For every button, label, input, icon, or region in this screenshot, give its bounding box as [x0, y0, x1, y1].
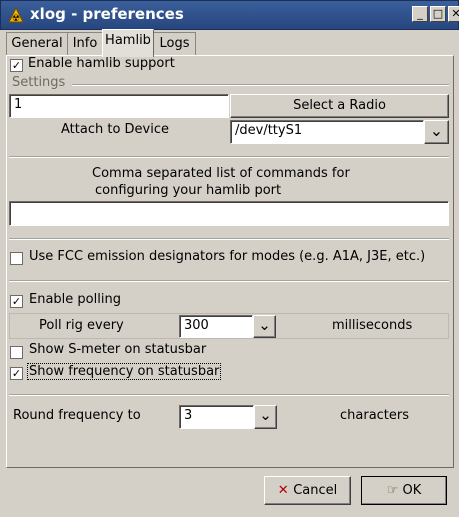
- show-frequency-label: Show frequency on statusbar: [27, 363, 222, 380]
- enable-hamlib-label: Enable hamlib support: [28, 56, 175, 71]
- device-divider: [9, 156, 449, 158]
- settings-divider: [72, 84, 449, 86]
- select-radio-button[interactable]: Select a Radio: [230, 94, 449, 118]
- round-frequency-input[interactable]: 3: [179, 405, 254, 429]
- svg-text:☢: ☢: [12, 14, 20, 23]
- device-dropdown-button[interactable]: ⌄: [424, 120, 449, 144]
- fcc-divider: [9, 280, 449, 282]
- show-smeter-label: Show S-meter on statusbar: [29, 342, 207, 357]
- radio-input[interactable]: 1: [9, 94, 229, 118]
- tab-logs[interactable]: Logs: [153, 32, 196, 56]
- tab-info[interactable]: Info: [67, 32, 103, 56]
- attach-device-label: Attach to Device: [61, 122, 169, 137]
- window-title: xlog - preferences: [30, 5, 184, 23]
- commands-input[interactable]: [9, 201, 449, 226]
- enable-polling-checkbox[interactable]: ✓: [10, 295, 23, 308]
- enable-hamlib-checkbox[interactable]: ✓: [10, 59, 23, 72]
- ok-button[interactable]: ☞ OK: [361, 476, 447, 505]
- show-frequency-checkbox[interactable]: ✓: [10, 367, 23, 380]
- characters-label: characters: [340, 408, 410, 423]
- frequency-divider: [9, 394, 449, 396]
- round-frequency-label: Round frequency to: [13, 408, 141, 423]
- cancel-label: Cancel: [293, 483, 338, 498]
- cancel-button[interactable]: ✕ Cancel: [264, 476, 351, 505]
- fcc-label: Use FCC emission designators for modes (…: [29, 249, 426, 264]
- tab-general[interactable]: General: [6, 32, 68, 56]
- pointing-hand-icon: ☞: [386, 483, 403, 498]
- poll-rig-label: Poll rig every: [39, 318, 124, 333]
- poll-rate-input[interactable]: 300: [179, 315, 253, 338]
- milliseconds-label: milliseconds: [332, 318, 413, 333]
- round-frequency-dropdown-button[interactable]: ⌄: [254, 405, 277, 429]
- enable-polling-label: Enable polling: [29, 292, 121, 307]
- app-icon: ☢: [8, 6, 24, 24]
- device-input[interactable]: /dev/ttyS1: [230, 120, 424, 144]
- commands-help-line1: Comma separated list of commands for: [92, 166, 350, 181]
- ok-label: OK: [402, 483, 422, 498]
- minimize-button[interactable]: _: [412, 6, 428, 22]
- show-smeter-checkbox[interactable]: [10, 346, 23, 359]
- maximize-button[interactable]: □: [430, 6, 446, 22]
- commands-help-line2: configuring your hamlib port: [95, 183, 282, 198]
- poll-rate-dropdown-button[interactable]: ⌄: [253, 315, 276, 338]
- settings-label: Settings: [12, 75, 66, 90]
- tab-hamlib[interactable]: Hamlib: [102, 29, 154, 57]
- close-button[interactable]: ✕: [448, 6, 459, 22]
- cross-icon: ✕: [277, 483, 294, 498]
- commands-divider: [9, 238, 449, 240]
- fcc-checkbox[interactable]: [10, 252, 23, 265]
